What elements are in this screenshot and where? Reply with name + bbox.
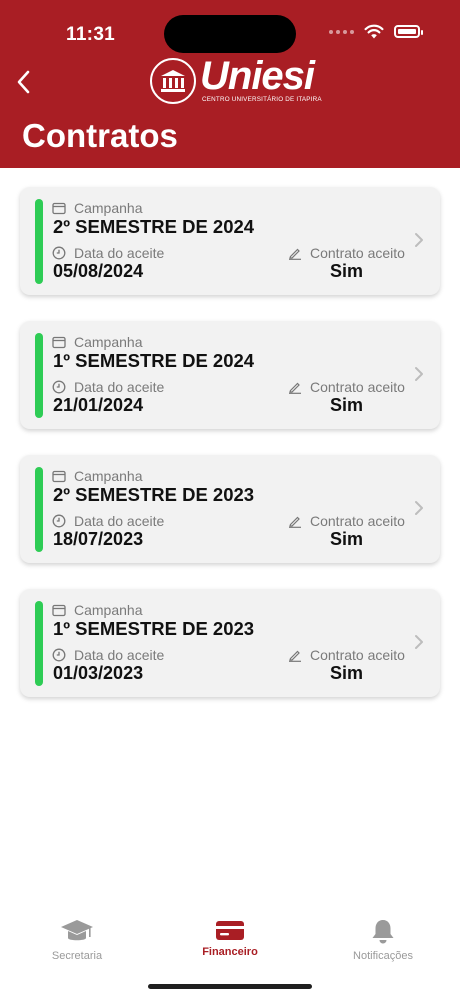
contract-card[interactable]: Campanha 2º SEMESTRE DE 2024 Data do ace… xyxy=(20,187,440,295)
accept-date-label: Data do aceite xyxy=(74,245,165,261)
contract-card[interactable]: Campanha 1º SEMESTRE DE 2024 Data do ace… xyxy=(20,321,440,429)
calendar-icon xyxy=(52,604,66,616)
chevron-right-icon xyxy=(415,367,423,381)
status-icons xyxy=(329,24,423,39)
contract-accepted-value: Sim xyxy=(330,529,364,549)
page-title: Contratos xyxy=(22,117,178,154)
accept-date-label: Data do aceite xyxy=(74,647,165,663)
calendar-icon xyxy=(52,336,66,348)
chevron-left-icon xyxy=(17,70,30,94)
pencil-icon xyxy=(289,650,301,662)
chevron-right-icon xyxy=(415,635,423,649)
tab-label: Financeiro xyxy=(202,946,258,958)
wifi-icon xyxy=(364,24,384,39)
graduation-cap-icon xyxy=(61,920,93,941)
campaign-label: Campanha xyxy=(74,602,143,618)
contract-accepted-label: Contrato aceito xyxy=(310,513,405,529)
university-emblem-icon xyxy=(150,58,196,104)
contract-accepted-label: Contrato aceito xyxy=(310,379,405,395)
credit-card-icon xyxy=(216,921,244,940)
calendar-icon xyxy=(52,202,66,214)
contract-accepted-value: Sim xyxy=(330,395,364,415)
signal-icon xyxy=(329,29,354,34)
tab-label: Notificações xyxy=(353,950,413,962)
campaign-value: 2º SEMESTRE DE 2024 xyxy=(53,216,255,237)
accept-date-value: 18/07/2023 xyxy=(53,529,144,549)
contract-accepted-value: Sim xyxy=(330,261,364,281)
pencil-icon xyxy=(289,382,301,394)
contract-card[interactable]: Campanha 2º SEMESTRE DE 2023 Data do ace… xyxy=(20,455,440,563)
campaign-value: 1º SEMESTRE DE 2023 xyxy=(53,618,255,639)
clock-icon xyxy=(52,246,66,260)
logo-subtitle: CENTRO UNIVERSITÁRIO DE ITAPIRA xyxy=(202,96,322,103)
contracts-list: Campanha 2º SEMESTRE DE 2024 Data do ace… xyxy=(20,187,440,723)
status-indicator xyxy=(35,199,43,284)
accept-date-label: Data do aceite xyxy=(74,513,165,529)
accept-date-value: 21/01/2024 xyxy=(53,395,144,415)
pencil-icon xyxy=(289,248,301,260)
back-button[interactable] xyxy=(8,64,38,100)
uniesi-logo: Uniesi CENTRO UNIVERSITÁRIO DE ITAPIRA xyxy=(150,54,322,104)
status-indicator xyxy=(35,467,43,552)
contract-card[interactable]: Campanha 1º SEMESTRE DE 2023 Data do ace… xyxy=(20,589,440,697)
accept-date-label: Data do aceite xyxy=(74,379,165,395)
header: 11:31 Uniesi CENTRO UNIVERSITÁRIO DE ITA… xyxy=(0,0,460,168)
home-indicator xyxy=(148,984,312,989)
tab-financeiro[interactable]: Financeiro xyxy=(170,918,290,958)
calendar-icon xyxy=(52,470,66,482)
tab-secretaria[interactable]: Secretaria xyxy=(17,918,137,962)
contract-accepted-value: Sim xyxy=(330,663,364,683)
campaign-value: 2º SEMESTRE DE 2023 xyxy=(53,484,255,505)
contract-accepted-label: Contrato aceito xyxy=(310,647,405,663)
clock-icon xyxy=(52,514,66,528)
tab-notificacoes[interactable]: Notificações xyxy=(323,918,443,962)
clock-icon xyxy=(52,380,66,394)
tab-label: Secretaria xyxy=(51,950,103,962)
status-indicator xyxy=(35,333,43,418)
campaign-label: Campanha xyxy=(74,334,143,350)
status-time: 11:31 xyxy=(66,24,116,45)
contract-accepted-label: Contrato aceito xyxy=(310,245,405,261)
clock-icon xyxy=(52,648,66,662)
chevron-right-icon xyxy=(415,233,423,247)
campaign-label: Campanha xyxy=(74,468,143,484)
campaign-value: 1º SEMESTRE DE 2024 xyxy=(53,350,255,371)
bell-icon xyxy=(372,920,394,944)
campaign-label: Campanha xyxy=(74,200,143,216)
dynamic-island xyxy=(164,15,296,53)
chevron-right-icon xyxy=(415,501,423,515)
battery-icon xyxy=(394,25,423,38)
status-indicator xyxy=(35,601,43,686)
accept-date-value: 05/08/2024 xyxy=(53,261,144,281)
pencil-icon xyxy=(289,516,301,528)
accept-date-value: 01/03/2023 xyxy=(53,663,144,683)
logo-name: Uniesi xyxy=(200,54,315,98)
